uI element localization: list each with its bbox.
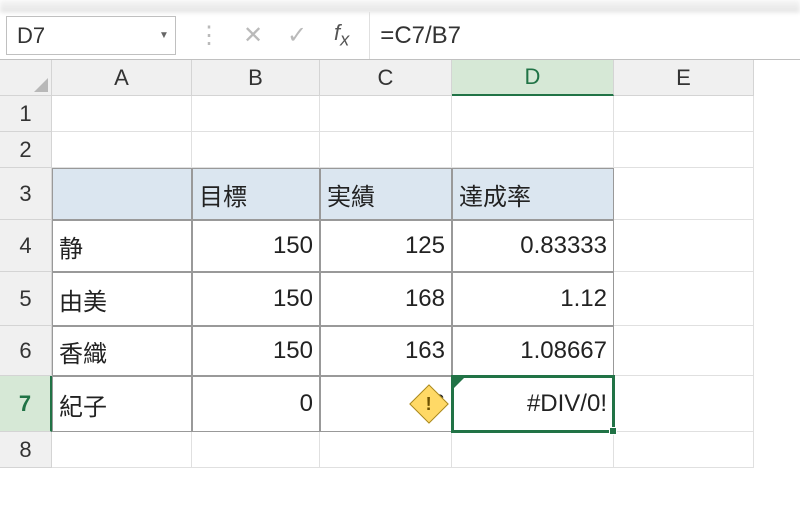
- cell-D2[interactable]: [452, 132, 614, 168]
- row-2: 2: [0, 132, 800, 168]
- row-3: 3 目標 実績 達成率: [0, 168, 800, 220]
- col-header-E[interactable]: E: [614, 60, 754, 96]
- cell-B7[interactable]: 0: [192, 376, 320, 432]
- formula-bar-buttons: ⋮ ✕ ✓ fx: [182, 12, 369, 59]
- row-6: 6 香織 150 163 1.08667: [0, 326, 800, 376]
- cell-D3[interactable]: 達成率: [452, 168, 614, 220]
- row-header-2[interactable]: 2: [0, 132, 52, 168]
- row-header-4[interactable]: 4: [0, 220, 52, 272]
- enter-icon[interactable]: ✓: [284, 21, 310, 50]
- row-header-8[interactable]: 8: [0, 432, 52, 468]
- row-8: 8: [0, 432, 800, 468]
- warning-icon: !: [426, 394, 432, 415]
- cell-A3[interactable]: [52, 168, 192, 220]
- cell-C1[interactable]: [320, 96, 452, 132]
- cell-D6[interactable]: 1.08667: [452, 326, 614, 376]
- cell-A2[interactable]: [52, 132, 192, 168]
- cell-D4[interactable]: 0.83333: [452, 220, 614, 272]
- row-7: 7 紀子 0 56 ! #DIV/0!: [0, 376, 800, 432]
- row-1: 1: [0, 96, 800, 132]
- col-header-A[interactable]: A: [52, 60, 192, 96]
- cell-B6[interactable]: 150: [192, 326, 320, 376]
- row-header-1[interactable]: 1: [0, 96, 52, 132]
- cell-A5[interactable]: 由美: [52, 272, 192, 326]
- cell-C5[interactable]: 168: [320, 272, 452, 326]
- col-header-B[interactable]: B: [192, 60, 320, 96]
- row-header-7[interactable]: 7: [0, 376, 52, 432]
- cell-B8[interactable]: [192, 432, 320, 468]
- cell-D5[interactable]: 1.12: [452, 272, 614, 326]
- formula-input[interactable]: =C7/B7: [369, 12, 800, 59]
- options-icon[interactable]: ⋮: [196, 21, 222, 50]
- cell-E7[interactable]: [614, 376, 754, 432]
- name-box[interactable]: D7 ▼: [6, 16, 176, 55]
- cell-C3[interactable]: 実績: [320, 168, 452, 220]
- row-5: 5 由美 150 168 1.12: [0, 272, 800, 326]
- cell-B2[interactable]: [192, 132, 320, 168]
- row-header-3[interactable]: 3: [0, 168, 52, 220]
- col-header-D[interactable]: D: [452, 60, 614, 96]
- cell-D7[interactable]: ! #DIV/0!: [452, 376, 614, 432]
- cell-A1[interactable]: [52, 96, 192, 132]
- cell-D1[interactable]: [452, 96, 614, 132]
- error-triangle-icon: [454, 378, 464, 388]
- formula-bar: D7 ▼ ⋮ ✕ ✓ fx =C7/B7: [0, 12, 800, 60]
- cell-C4[interactable]: 125: [320, 220, 452, 272]
- row-header-5[interactable]: 5: [0, 272, 52, 326]
- row-4: 4 静 150 125 0.83333: [0, 220, 800, 272]
- cell-E3[interactable]: [614, 168, 754, 220]
- cell-B1[interactable]: [192, 96, 320, 132]
- cancel-icon[interactable]: ✕: [240, 21, 266, 50]
- cell-E5[interactable]: [614, 272, 754, 326]
- cell-D7-value: #DIV/0!: [527, 390, 607, 418]
- ribbon-edge: [0, 0, 800, 12]
- cell-A6[interactable]: 香織: [52, 326, 192, 376]
- select-all-corner[interactable]: [0, 60, 52, 96]
- cell-B3[interactable]: 目標: [192, 168, 320, 220]
- cell-C6[interactable]: 163: [320, 326, 452, 376]
- fill-handle[interactable]: [609, 427, 617, 435]
- cell-C8[interactable]: [320, 432, 452, 468]
- cell-A7[interactable]: 紀子: [52, 376, 192, 432]
- column-headers: A B C D E: [0, 60, 800, 96]
- cell-B4[interactable]: 150: [192, 220, 320, 272]
- name-box-dropdown-icon[interactable]: ▼: [153, 30, 175, 41]
- cell-E8[interactable]: [614, 432, 754, 468]
- cell-A8[interactable]: [52, 432, 192, 468]
- cell-A4[interactable]: 静: [52, 220, 192, 272]
- cell-E4[interactable]: [614, 220, 754, 272]
- row-header-6[interactable]: 6: [0, 326, 52, 376]
- fx-icon[interactable]: fx: [328, 20, 355, 50]
- cell-E1[interactable]: [614, 96, 754, 132]
- spreadsheet-grid: A B C D E 1 2 3 目標 実績 達成率 4 静 150 125 0.…: [0, 60, 800, 468]
- cell-D8[interactable]: [452, 432, 614, 468]
- error-smart-tag[interactable]: !: [415, 390, 443, 418]
- cell-E6[interactable]: [614, 326, 754, 376]
- cell-B5[interactable]: 150: [192, 272, 320, 326]
- col-header-C[interactable]: C: [320, 60, 452, 96]
- name-box-value: D7: [7, 23, 153, 49]
- cell-E2[interactable]: [614, 132, 754, 168]
- cell-C2[interactable]: [320, 132, 452, 168]
